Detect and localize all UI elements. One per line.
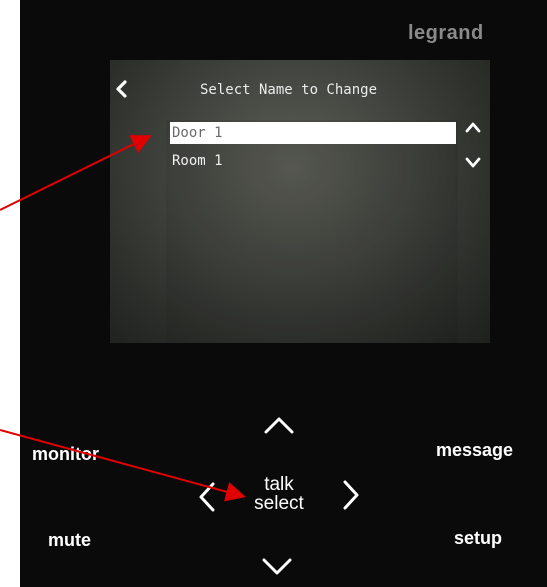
talk-select-button[interactable]: talk select [244, 475, 314, 513]
chevron-left-icon[interactable] [114, 80, 128, 98]
mute-button[interactable]: mute [48, 530, 91, 551]
scroll-down-icon[interactable] [464, 156, 482, 170]
screen-header: Select Name to Change [110, 60, 490, 120]
screen-title: Select Name to Change [200, 82, 378, 98]
nav-down-icon[interactable] [260, 556, 294, 578]
talk-label: talk [264, 474, 294, 495]
setup-button[interactable]: setup [454, 528, 502, 549]
scroll-up-icon[interactable] [464, 120, 482, 134]
list-item-selected[interactable]: Door 1 [170, 122, 456, 144]
nav-left-icon[interactable] [196, 480, 218, 514]
nav-right-icon[interactable] [340, 478, 362, 512]
monitor-button[interactable]: monitor [32, 444, 99, 465]
brand-logo: legrand [408, 22, 484, 44]
display-screen: Select Name to Change Door 1 Room 1 [110, 60, 490, 343]
list-item[interactable]: Room 1 [170, 150, 456, 172]
message-button[interactable]: message [436, 440, 513, 461]
nav-up-icon[interactable] [262, 414, 296, 436]
select-label: select [254, 493, 304, 514]
